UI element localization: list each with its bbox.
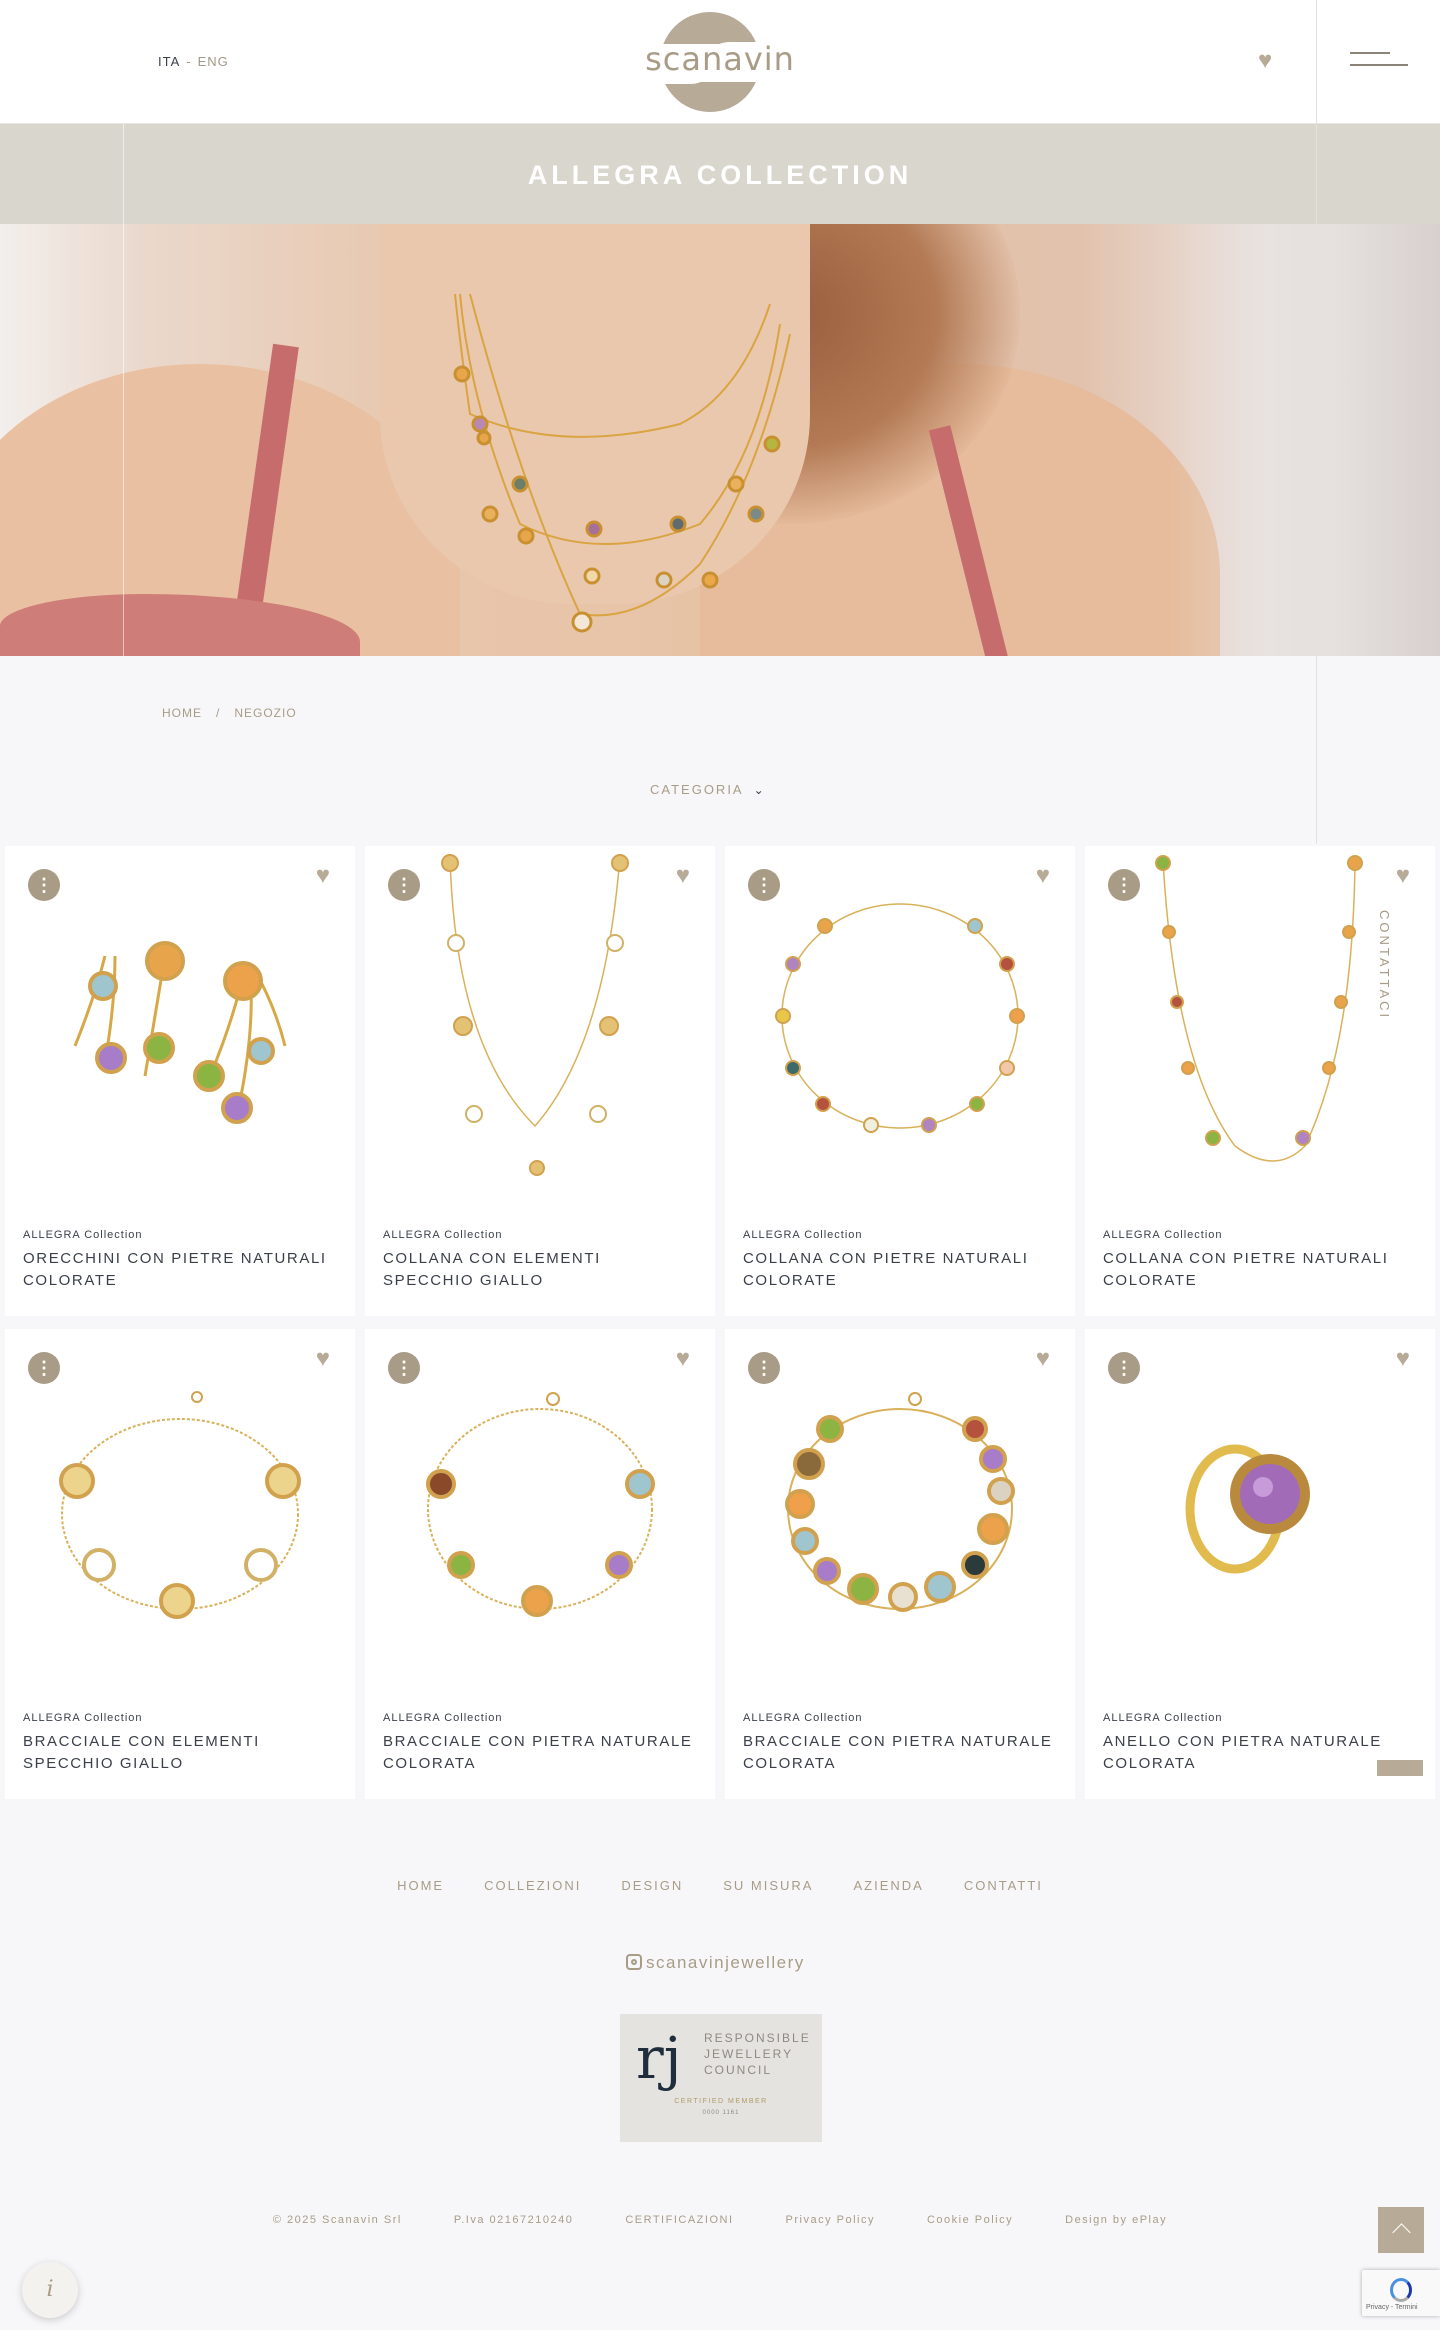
design-credit-link[interactable]: Design by ePlay bbox=[1065, 2214, 1167, 2226]
product-image-bracelet bbox=[785, 1392, 1015, 1612]
product-card[interactable]: ⋮ ♥ ALLEGRA Collection ORECCHINI CON PIE… bbox=[5, 846, 355, 1316]
privacy-policy-link[interactable]: Privacy Policy bbox=[786, 2214, 875, 2226]
footer-link-company[interactable]: AZIENDA bbox=[853, 1878, 923, 1893]
legal-bar: © 2025 Scanavin Srl P.Iva 02167210240 CERT… bbox=[0, 2214, 1440, 2226]
info-dots-icon[interactable]: ⋮ bbox=[28, 1352, 60, 1384]
footer-link-home[interactable]: HOME bbox=[397, 1878, 444, 1893]
product-card[interactable]: ⋮ ♥ ALLEGRA Collection COLLANA CON ELEME… bbox=[365, 846, 715, 1316]
product-name[interactable]: COLLANA CON PIETRE NATURALI COLORATE bbox=[1103, 1248, 1413, 1292]
product-collection: ALLEGRA Collection bbox=[383, 1712, 503, 1724]
info-dots-icon[interactable]: ⋮ bbox=[748, 1352, 780, 1384]
product-image-ring bbox=[1185, 1444, 1310, 1574]
logo-text: scanavin bbox=[645, 40, 795, 78]
footer-link-collections[interactable]: COLLEZIONI bbox=[484, 1878, 581, 1893]
hero-image bbox=[0, 224, 1440, 656]
product-collection: ALLEGRA Collection bbox=[1103, 1712, 1223, 1724]
brand-logo[interactable]: scanavin bbox=[640, 12, 800, 112]
heart-icon[interactable]: ♥ bbox=[1396, 864, 1410, 888]
heart-icon[interactable]: ♥ bbox=[676, 1347, 690, 1371]
footer-nav: HOME COLLEZIONI DESIGN SU MISURA AZIENDA CONT… bbox=[0, 1878, 1440, 1893]
layout-divider bbox=[1316, 0, 1317, 844]
product-collection: ALLEGRA Collection bbox=[23, 1229, 143, 1241]
rjc-text: RESPONSIBLE JEWELLERY COUNCIL bbox=[704, 2031, 811, 2077]
instagram-link[interactable]: scanavinjewellery bbox=[626, 1953, 805, 1973]
product-name[interactable]: COLLANA CON PIETRE NATURALI COLORATE bbox=[743, 1248, 1053, 1292]
info-dots-icon[interactable]: ⋮ bbox=[1108, 869, 1140, 901]
back-to-top-chevron-up-icon[interactable] bbox=[1378, 2207, 1424, 2253]
product-name[interactable]: BRACCIALE CON PIETRA NATURALE COLORATA bbox=[383, 1731, 693, 1775]
category-filter-dropdown[interactable]: CATEGORIA ⌄ bbox=[650, 782, 766, 797]
product-card[interactable]: ⋮ ♥ ALLEGRA Collection BRACCIALE CON PIE… bbox=[365, 1329, 715, 1799]
instagram-icon bbox=[626, 1954, 642, 1970]
breadcrumb: HOME / NEGOZIO bbox=[162, 706, 297, 720]
product-image-necklace bbox=[1155, 855, 1363, 1162]
instagram-handle: scanavinjewellery bbox=[646, 1953, 805, 1972]
product-name[interactable]: COLLANA CON ELEMENTI SPECCHIO GIALLO bbox=[383, 1248, 693, 1292]
heart-icon[interactable]: ♥ bbox=[676, 864, 690, 888]
heart-icon[interactable]: ♥ bbox=[316, 1347, 330, 1371]
product-name[interactable]: ORECCHINI CON PIETRE NATURALI COLORATE bbox=[23, 1248, 333, 1292]
product-collection: ALLEGRA Collection bbox=[743, 1712, 863, 1724]
product-collection: ALLEGRA Collection bbox=[743, 1229, 863, 1241]
product-name[interactable]: BRACCIALE CON ELEMENTI SPECCHIO GIALLO bbox=[23, 1731, 333, 1775]
heart-icon[interactable]: ♥ bbox=[1036, 1347, 1050, 1371]
side-scroll-tab[interactable] bbox=[1377, 1760, 1423, 1776]
heart-icon[interactable]: ♥ bbox=[1396, 1347, 1410, 1371]
category-filter-label: CATEGORIA bbox=[650, 782, 744, 797]
product-image-bracelet bbox=[59, 1391, 301, 1619]
info-dots-icon[interactable]: ⋮ bbox=[748, 869, 780, 901]
page-title: ALLEGRA COLLECTION bbox=[527, 160, 913, 190]
rjc-certification-badge[interactable]: rj RESPONSIBLE JEWELLERY COUNCIL CERTIFI… bbox=[620, 2014, 822, 2142]
breadcrumb-home-link[interactable]: HOME bbox=[162, 706, 202, 720]
lang-eng-link[interactable]: ENG bbox=[198, 54, 229, 69]
product-card[interactable]: ⋮ ♥ ALLEGRA Collection COLLANA CON PIETR… bbox=[725, 846, 1075, 1316]
info-dots-icon[interactable]: ⋮ bbox=[388, 869, 420, 901]
copyright-text: © 2025 Scanavin Srl bbox=[272, 2214, 402, 2226]
product-image-earrings bbox=[73, 941, 287, 1124]
product-collection: ALLEGRA Collection bbox=[383, 1229, 503, 1241]
product-card[interactable]: ⋮ ♥ ALLEGRA Collection BRACCIALE CON PIE… bbox=[725, 1329, 1075, 1799]
vat-number: P.Iva 02167210240 bbox=[453, 2214, 574, 2226]
heart-icon[interactable]: ♥ bbox=[1036, 864, 1050, 888]
product-card[interactable]: ⋮ ♥ ALLEGRA Collection ANELLO CON PIETRA… bbox=[1085, 1329, 1435, 1799]
info-float-button[interactable]: i bbox=[22, 2262, 78, 2318]
contact-side-tab-label: CONTATTACI bbox=[1377, 910, 1392, 1021]
product-collection: ALLEGRA Collection bbox=[1103, 1229, 1223, 1241]
rjc-certified-label: CERTIFIED MEMBER bbox=[674, 2098, 768, 2105]
product-image-necklace bbox=[775, 903, 1025, 1133]
product-card[interactable]: ⋮ ♥ ALLEGRA Collection BRACCIALE CON ELE… bbox=[5, 1329, 355, 1799]
site-header: ITA - ENG scanavin ♥ bbox=[0, 0, 1440, 124]
breadcrumb-separator: / bbox=[216, 706, 221, 720]
wishlist-heart-icon[interactable]: ♥ bbox=[1258, 49, 1282, 73]
breadcrumb-current: NEGOZIO bbox=[234, 706, 297, 720]
chevron-down-icon: ⌄ bbox=[753, 783, 766, 797]
footer-link-design[interactable]: DESIGN bbox=[621, 1878, 683, 1893]
certifications-link[interactable]: CERTIFICAZIONI bbox=[625, 2214, 733, 2226]
info-dots-icon[interactable]: ⋮ bbox=[1108, 1352, 1140, 1384]
recaptcha-icon bbox=[1390, 2278, 1412, 2302]
product-collection: ALLEGRA Collection bbox=[23, 1712, 143, 1724]
heart-icon[interactable]: ♥ bbox=[316, 864, 330, 888]
contact-side-tab[interactable]: CONTATTACI bbox=[1374, 910, 1394, 1020]
recaptcha-badge[interactable]: Privacy - Termini bbox=[1362, 2270, 1440, 2316]
rjc-member-number: 0000 1161 bbox=[702, 2110, 740, 2116]
rjc-logo-mark: rj bbox=[636, 2024, 682, 2092]
recaptcha-text: Privacy - Termini bbox=[1366, 2304, 1418, 2311]
info-dots-icon[interactable]: ⋮ bbox=[388, 1352, 420, 1384]
layout-divider bbox=[123, 124, 124, 656]
footer-link-contacts[interactable]: CONTATTI bbox=[964, 1878, 1043, 1893]
product-image-bracelet bbox=[426, 1392, 655, 1617]
cookie-policy-link[interactable]: Cookie Policy bbox=[927, 2214, 1013, 2226]
product-name[interactable]: BRACCIALE CON PIETRA NATURALE COLORATA bbox=[743, 1731, 1053, 1775]
footer-link-custom[interactable]: SU MISURA bbox=[723, 1878, 813, 1893]
lang-separator: - bbox=[186, 54, 192, 69]
collection-title-band: ALLEGRA COLLECTION bbox=[0, 124, 1440, 224]
hamburger-menu-icon[interactable] bbox=[1350, 52, 1408, 72]
product-image-necklace bbox=[441, 854, 629, 1176]
lang-ita-link[interactable]: ITA bbox=[158, 54, 180, 69]
product-name[interactable]: ANELLO CON PIETRA NATURALE COLORATA bbox=[1103, 1731, 1413, 1775]
info-dots-icon[interactable]: ⋮ bbox=[28, 869, 60, 901]
language-switcher: ITA - ENG bbox=[158, 54, 229, 69]
